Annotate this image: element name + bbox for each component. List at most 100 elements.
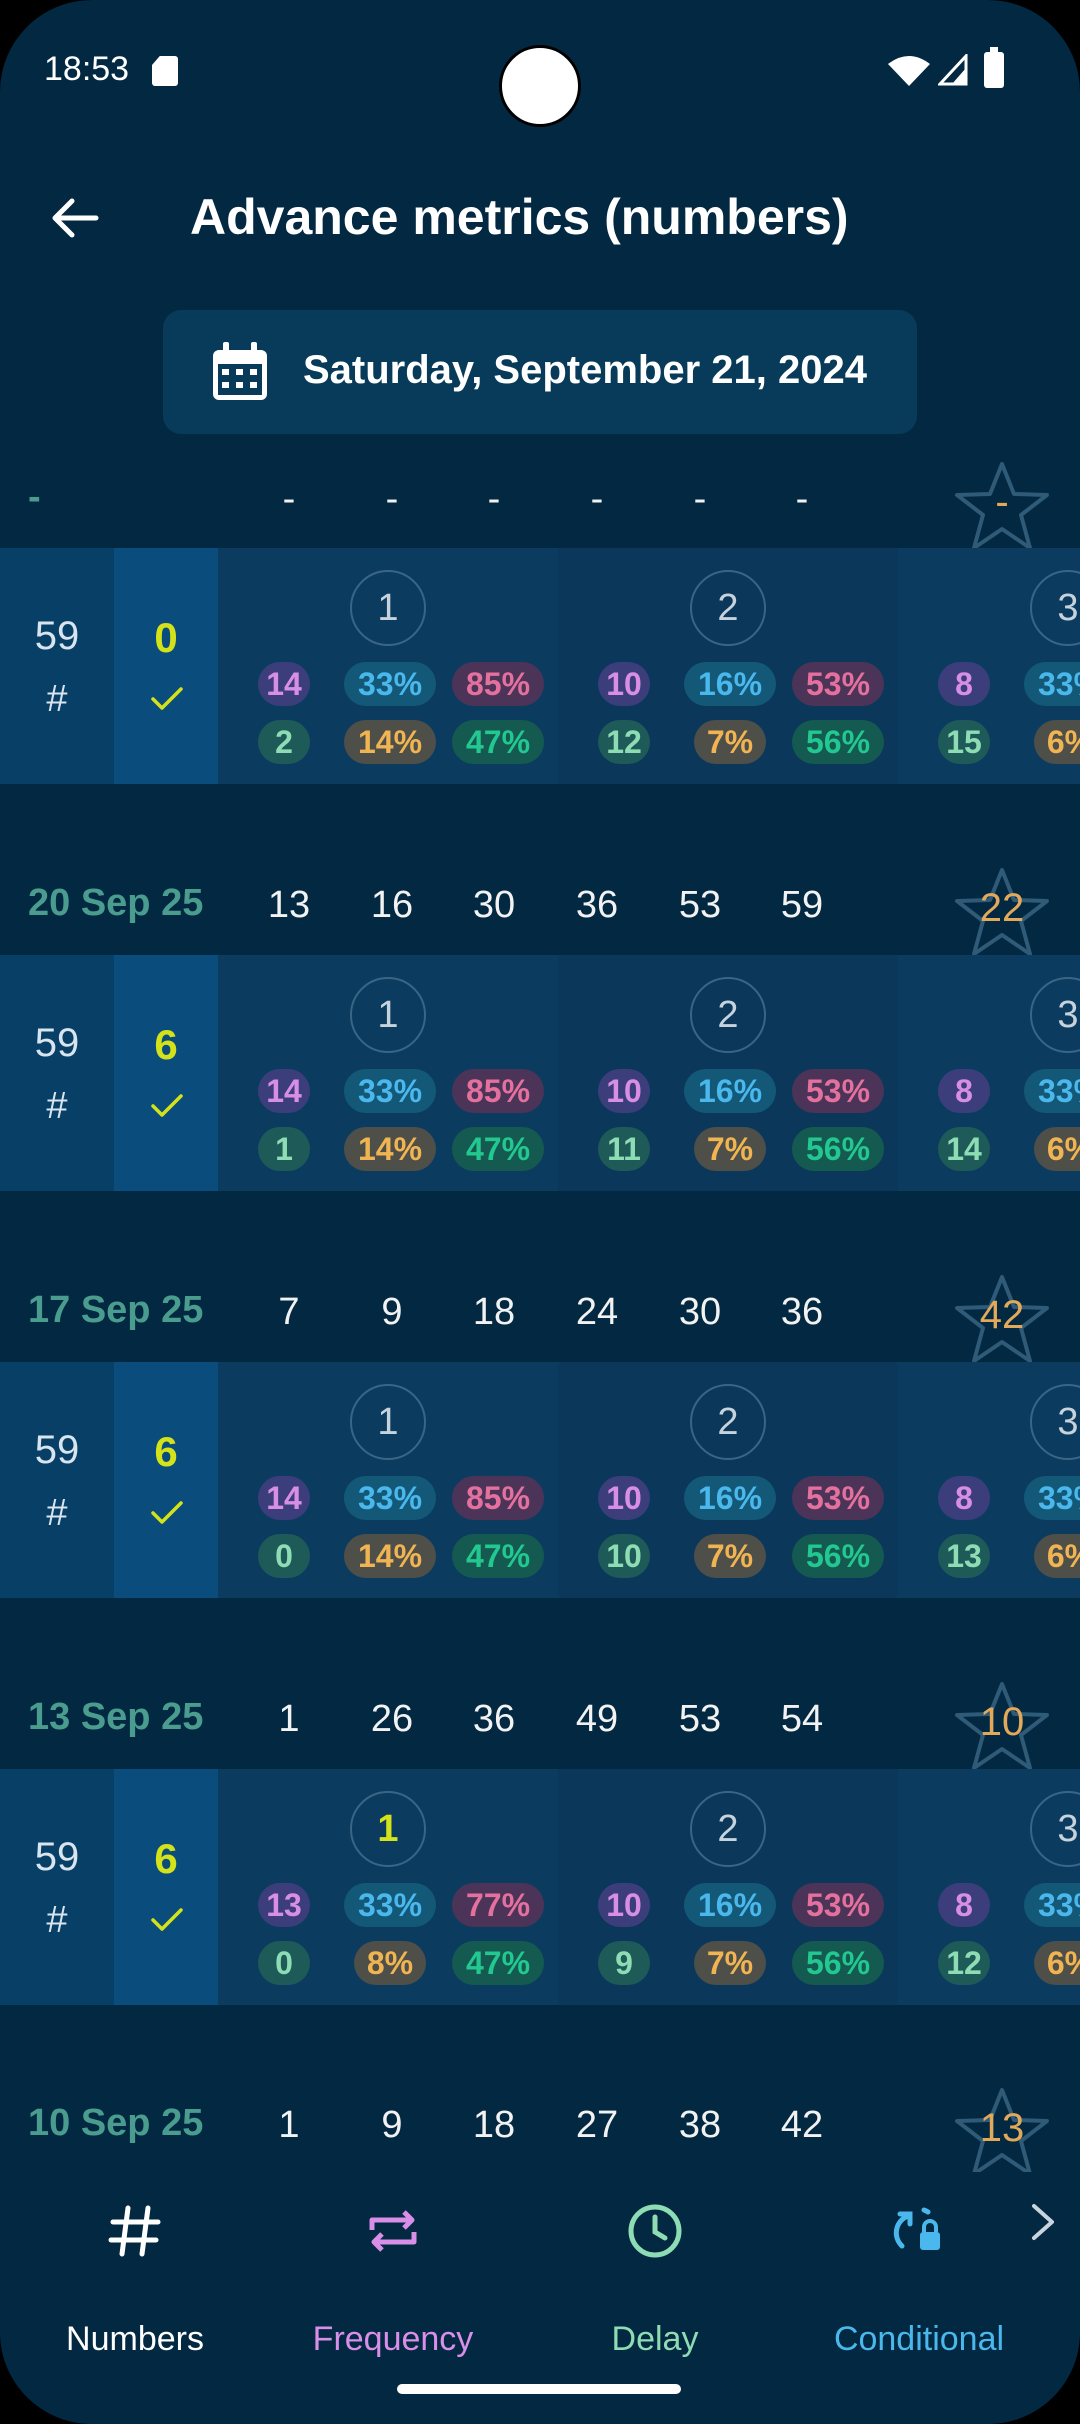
date-selector-button[interactable]: Saturday, September 21, 2024 <box>163 310 917 434</box>
drawn-number: 9 <box>381 1291 403 1333</box>
drawn-number: - <box>795 478 809 520</box>
star-number: 42 <box>979 1293 1025 1337</box>
position-block[interactable]: 38 33% 14 6% <box>898 955 1080 1191</box>
nav-label-numbers: Numbers <box>66 2320 204 2358</box>
star-number: 13 <box>979 2106 1025 2150</box>
total-count: 59 <box>34 1021 80 1065</box>
stat-pill-top: 8 <box>938 662 990 706</box>
drawn-number: 9 <box>381 2104 403 2146</box>
stat-pill-top: 33% <box>344 1476 436 1520</box>
stat-pill-top: 8 <box>938 1476 990 1520</box>
position-block[interactable]: 2 10 16% 53% 10 7% 56% <box>558 1362 898 1598</box>
position-block[interactable]: 2 10 16% 53% 12 7% 56% <box>558 548 898 784</box>
position-circle: 1 <box>350 1791 426 1867</box>
stat-pill-bottom: 6% <box>1034 720 1080 764</box>
check-icon <box>151 1908 183 1931</box>
stat-pill-bottom: 56% <box>792 1127 884 1171</box>
nav-numbers[interactable]: Numbers <box>0 2172 270 2372</box>
app-screen: 18:53 Advance metrics (numbers) Saturday… <box>0 0 1080 2424</box>
hash-label: # <box>46 1899 68 1941</box>
back-arrow-icon[interactable] <box>46 190 102 246</box>
check-icon <box>151 687 183 710</box>
star-badge: - <box>952 458 1052 554</box>
stat-pill-bottom: 47% <box>452 1534 544 1578</box>
star-badge: 22 <box>952 864 1052 960</box>
stat-pill-top: 53% <box>792 1476 884 1520</box>
nav-delay[interactable]: Delay <box>520 2172 790 2372</box>
star-number: - <box>995 480 1009 524</box>
drawn-number: 53 <box>678 1698 722 1740</box>
draw-header: -------- <box>0 462 1080 550</box>
star-badge: 42 <box>952 1271 1052 1367</box>
page-title: Advance metrics (numbers) <box>190 189 849 245</box>
total-count: 59 <box>34 614 80 658</box>
stat-pill-bottom: 15 <box>938 720 990 764</box>
drawn-number: 13 <box>267 884 311 926</box>
position-block[interactable]: 2 10 16% 53% 11 7% 56% <box>558 955 898 1191</box>
draw-date: - <box>28 476 41 518</box>
camera-cutout <box>499 45 581 127</box>
hits-count: 6 <box>154 1428 178 1475</box>
drawn-number: 59 <box>780 884 824 926</box>
home-indicator <box>397 2384 681 2394</box>
drawn-number: - <box>693 478 707 520</box>
stat-pill-bottom: 14% <box>344 1127 436 1171</box>
check-icon <box>151 1094 183 1117</box>
stat-pill-top: 14 <box>258 662 310 706</box>
position-block[interactable]: 2 10 16% 53% 9 7% 56% <box>558 1769 898 2005</box>
star-number: 22 <box>979 886 1025 930</box>
drawn-number: 1 <box>278 2104 300 2146</box>
position-block[interactable]: 38 33% 15 6% <box>898 548 1080 784</box>
stat-pill-top: 33% <box>1024 1069 1080 1113</box>
stat-pill-top: 10 <box>598 1069 650 1113</box>
nav-conditional[interactable]: Conditional <box>784 2172 1054 2372</box>
nav-frequency[interactable]: Frequency <box>258 2172 528 2372</box>
stat-pill-top: 14 <box>258 1476 310 1520</box>
wifi-icon <box>888 56 930 86</box>
stat-pill-bottom: 12 <box>598 720 650 764</box>
drawn-number: 24 <box>575 1291 619 1333</box>
chevron-right-icon[interactable] <box>1028 2202 1058 2242</box>
drawn-number: 30 <box>472 884 516 926</box>
metrics-row: 59#611333%77%08%47%21016%53%97%56%3833%1… <box>0 1769 1080 2005</box>
drawn-number: - <box>385 478 399 520</box>
position-circle: 3 <box>1030 977 1080 1053</box>
stat-pill-top: 33% <box>344 662 436 706</box>
position-circle: 2 <box>690 570 766 646</box>
stat-pill-bottom: 14% <box>344 720 436 764</box>
hits-count: 0 <box>154 614 178 661</box>
stat-pill-bottom: 6% <box>1034 1534 1080 1578</box>
hits-cell: 6 <box>114 1362 218 1598</box>
position-block[interactable]: 1 13 33% 77% 0 8% 47% <box>218 1769 558 2005</box>
hash-label: # <box>46 1085 68 1127</box>
stat-pill-bottom: 6% <box>1034 1941 1080 1985</box>
draw-header: 10 Sep 25 1 9 18 27 38 42 13 <box>0 2088 1080 2176</box>
position-circle: 3 <box>1030 1791 1080 1867</box>
stat-pill-top: 85% <box>452 662 544 706</box>
repeat-icon <box>369 2210 417 2252</box>
signal-icon <box>938 54 968 86</box>
metrics-row: 59 #6 1 14 33% 85% 0 14% 47% 2 10 16% 53% 10 7% 56% 3 8 33… <box>0 1362 1080 1598</box>
position-block[interactable]: 1 14 33% 85% 1 14% 47% <box>218 955 558 1191</box>
stat-pill-bottom: 0 <box>258 1534 310 1578</box>
hits-count: 6 <box>154 1021 178 1068</box>
position-block[interactable]: 38 33% 12 6% <box>898 1769 1080 2005</box>
drawn-number: - <box>590 478 604 520</box>
position-block[interactable]: 1 14 33% 85% 0 14% 47% <box>218 1362 558 1598</box>
position-circle: 3 <box>1030 570 1080 646</box>
stat-pill-bottom: 0 <box>258 1941 310 1985</box>
drawn-number: 1 <box>278 1698 300 1740</box>
stat-pill-top: 10 <box>598 1883 650 1927</box>
stat-pill-bottom: 2 <box>258 720 310 764</box>
position-circle: 2 <box>690 977 766 1053</box>
stat-pill-top: 16% <box>684 1069 776 1113</box>
position-block[interactable]: 1 14 33% 85% 2 14% 47% <box>218 548 558 784</box>
drawn-number: 27 <box>575 2104 619 2146</box>
position-block[interactable]: 38 33% 13 6% <box>898 1362 1080 1598</box>
stat-pill-bottom: 8% <box>354 1941 426 1985</box>
stat-pill-top: 53% <box>792 1069 884 1113</box>
stat-pill-top: 33% <box>1024 1476 1080 1520</box>
hits-cell: 6 <box>114 1769 218 2005</box>
draw-header: 20 Sep 25 13 16 30 36 53 59 22 <box>0 868 1080 956</box>
stat-pill-top: 14 <box>258 1069 310 1113</box>
